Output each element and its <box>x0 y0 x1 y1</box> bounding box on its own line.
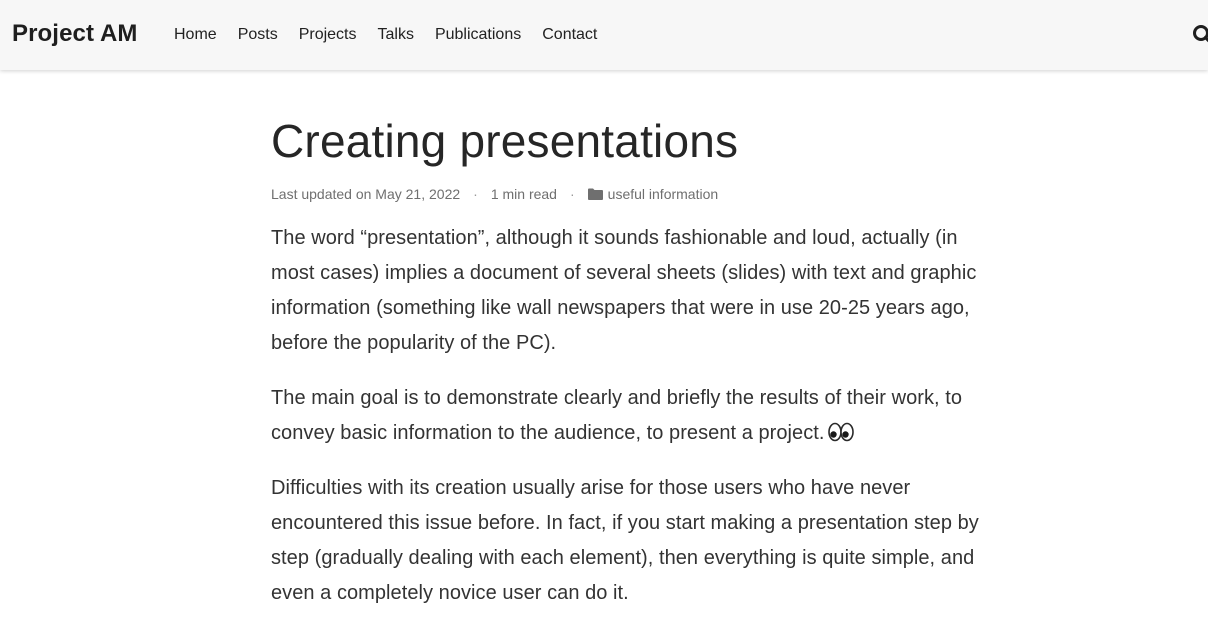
folder-icon <box>588 188 603 200</box>
search-icon <box>1192 24 1208 46</box>
nav-link-talks[interactable]: Talks <box>378 26 414 43</box>
nav-item-home: Home <box>174 26 217 44</box>
nav-item-talks: Talks <box>378 26 414 44</box>
article: Creating presentations Last updated on M… <box>271 112 995 631</box>
paragraph: Difficulties with its creation usually a… <box>271 471 995 611</box>
category-link[interactable]: useful information <box>608 186 719 202</box>
nav-menu: Home Posts Projects Talks Publications C… <box>174 26 618 44</box>
nav-item-contact: Contact <box>542 26 597 44</box>
nav-link-projects[interactable]: Projects <box>299 26 357 43</box>
eyes-icon <box>828 422 854 442</box>
paragraph-with-emoji: The main goal is to demonstrate clearly … <box>271 381 995 451</box>
search-button[interactable] <box>1192 24 1208 46</box>
meta-separator: · <box>570 186 575 202</box>
nav-item-projects: Projects <box>299 26 357 44</box>
article-body: The word “presentation”, although it sou… <box>271 221 995 611</box>
read-time: 1 min read <box>491 186 557 202</box>
nav-link-home[interactable]: Home <box>174 26 217 43</box>
last-updated: Last updated on May 21, 2022 <box>271 186 460 202</box>
paragraph: The word “presentation”, although it sou… <box>271 221 995 361</box>
article-meta: Last updated on May 21, 2022 · 1 min rea… <box>271 184 995 204</box>
nav-link-posts[interactable]: Posts <box>238 26 278 43</box>
page-title: Creating presentations <box>271 112 995 170</box>
nav-item-publications: Publications <box>435 26 521 44</box>
nav-link-contact[interactable]: Contact <box>542 26 597 43</box>
paragraph-text: The main goal is to demonstrate clearly … <box>271 387 962 444</box>
site-brand[interactable]: Project AM <box>12 20 137 48</box>
nav-item-posts: Posts <box>238 26 278 44</box>
navbar: Project AM Home Posts Projects Talks Pub… <box>0 0 1208 70</box>
meta-separator: · <box>473 186 478 202</box>
nav-link-publications[interactable]: Publications <box>435 26 521 43</box>
